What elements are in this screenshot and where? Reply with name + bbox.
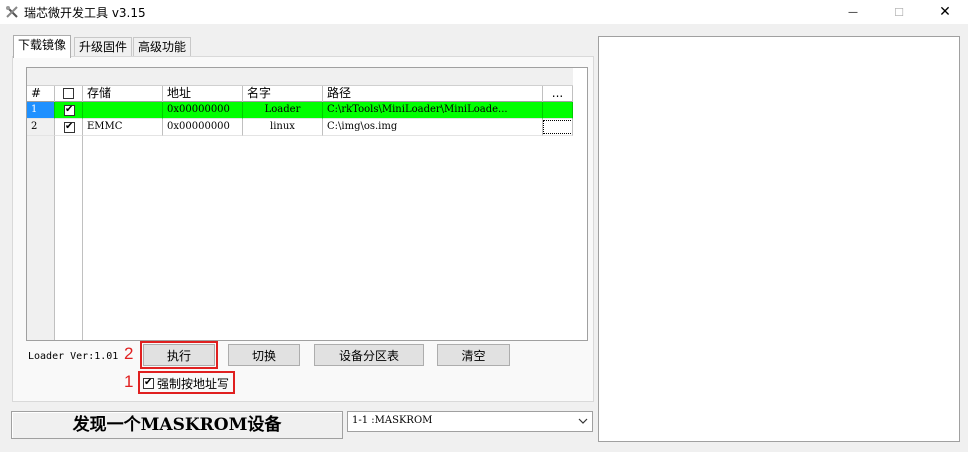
header-storage[interactable]: 存储 bbox=[83, 86, 163, 102]
row-path[interactable]: C:\img\os.img bbox=[323, 119, 543, 136]
tab-label: 升级固件 bbox=[79, 40, 128, 54]
row-checkbox-cell[interactable] bbox=[55, 119, 83, 136]
row-index: 2 bbox=[27, 119, 55, 136]
row-address[interactable]: 0x00000000 bbox=[163, 119, 243, 136]
loader-version: Loader Ver:1.01 bbox=[28, 351, 119, 362]
minimize-button[interactable]: — bbox=[830, 0, 876, 24]
log-panel[interactable] bbox=[598, 36, 960, 442]
image-table: # 存储 地址 名字 路径 ... 1 0x00000000 Loader C:… bbox=[26, 67, 588, 341]
title-bar: 瑞芯微开发工具 v3.15 — ☐ ✕ bbox=[0, 0, 968, 24]
row-browse-button[interactable] bbox=[543, 119, 573, 136]
window-title: 瑞芯微开发工具 v3.15 bbox=[24, 6, 146, 20]
maximize-button[interactable]: ☐ bbox=[876, 0, 922, 24]
close-button[interactable]: ✕ bbox=[922, 0, 968, 24]
row-checkbox-cell[interactable] bbox=[55, 102, 83, 119]
row-address[interactable]: 0x00000000 bbox=[163, 102, 243, 119]
device-select-value: 1-1 :MASKROM bbox=[352, 415, 433, 426]
header-index: # bbox=[27, 86, 55, 102]
execute-button[interactable]: 执行 bbox=[143, 344, 215, 366]
switch-button[interactable]: 切换 bbox=[228, 344, 300, 366]
status-panel: 发现一个MASKROM设备 bbox=[11, 411, 343, 439]
row-path[interactable]: C:\rkTools\MiniLoader\MiniLoade... bbox=[323, 102, 543, 119]
row-browse-cell[interactable] bbox=[543, 102, 573, 119]
annotation-2: 2 bbox=[124, 344, 134, 363]
close-icon: ✕ bbox=[939, 4, 951, 20]
row-storage[interactable] bbox=[83, 102, 163, 119]
tab-label: 下载镜像 bbox=[18, 38, 67, 52]
force-write-label: 强制按地址写 bbox=[157, 377, 230, 391]
header-check[interactable] bbox=[55, 86, 83, 102]
browse-focus-box bbox=[543, 120, 572, 134]
table-header: # 存储 地址 名字 路径 ... bbox=[27, 86, 573, 102]
annotation-1: 1 bbox=[124, 372, 134, 391]
table-row[interactable]: 1 0x00000000 Loader C:\rkTools\MiniLoade… bbox=[27, 102, 573, 119]
tools-icon bbox=[5, 5, 19, 19]
checkbox-icon[interactable] bbox=[143, 376, 154, 390]
row-index: 1 bbox=[27, 102, 55, 119]
row-gutter bbox=[27, 136, 55, 340]
header-checkbox[interactable] bbox=[63, 88, 74, 99]
row-storage[interactable]: EMMC bbox=[83, 119, 163, 136]
header-address[interactable]: 地址 bbox=[163, 86, 243, 102]
clear-button[interactable]: 清空 bbox=[437, 344, 510, 366]
row-name[interactable]: linux bbox=[243, 119, 323, 136]
status-message: 发现一个MASKROM设备 bbox=[72, 415, 282, 435]
maximize-icon: ☐ bbox=[894, 5, 904, 19]
chevron-down-icon[interactable] bbox=[578, 414, 588, 431]
force-write-checkbox[interactable]: 强制按地址写 bbox=[141, 374, 235, 393]
row-checkbox[interactable] bbox=[64, 103, 75, 117]
table-row[interactable]: 2 EMMC 0x00000000 linux C:\img\os.img bbox=[27, 119, 573, 136]
row-name[interactable]: Loader bbox=[243, 102, 323, 119]
tab-advanced[interactable]: 高级功能 bbox=[133, 37, 192, 57]
header-path[interactable]: 路径 bbox=[323, 86, 543, 102]
tab-label: 高级功能 bbox=[138, 40, 187, 54]
header-name[interactable]: 名字 bbox=[243, 86, 323, 102]
device-select[interactable]: 1-1 :MASKROM bbox=[347, 411, 593, 432]
header-more[interactable]: ... bbox=[543, 86, 573, 102]
row-checkbox[interactable] bbox=[64, 120, 75, 134]
vertical-scrollbar[interactable] bbox=[573, 68, 587, 340]
tab-download-image[interactable]: 下载镜像 bbox=[13, 35, 72, 58]
table-top-strip bbox=[27, 68, 573, 86]
tab-upgrade-firmware[interactable]: 升级固件 bbox=[74, 37, 133, 57]
minimize-icon: — bbox=[848, 6, 858, 18]
partition-table-button[interactable]: 设备分区表 bbox=[314, 344, 424, 366]
check-column-line bbox=[55, 136, 83, 340]
